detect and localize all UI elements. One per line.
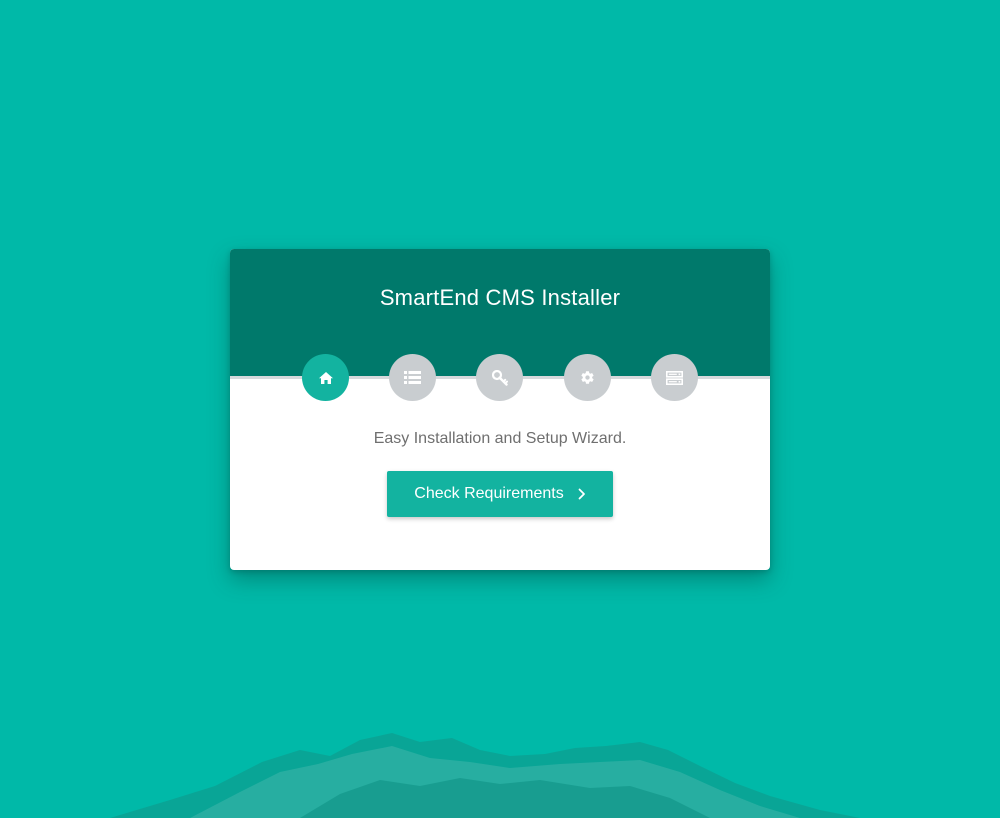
step-permissions[interactable] xyxy=(476,354,523,401)
home-icon xyxy=(318,371,333,384)
installer-card: SmartEnd CMS Installer Easy Installation… xyxy=(230,249,770,570)
installer-title: SmartEnd CMS Installer xyxy=(379,285,621,310)
chevron-right-icon xyxy=(578,488,585,500)
gear-icon xyxy=(581,371,594,384)
server-icon xyxy=(666,370,683,385)
step-requirements[interactable] xyxy=(389,354,436,401)
installer-page: SmartEnd CMS Installer Easy Installation… xyxy=(0,0,1000,818)
check-requirements-label: Check Requirements xyxy=(414,485,564,502)
key-icon xyxy=(491,369,508,386)
mountain-background-image xyxy=(110,733,860,818)
list-icon xyxy=(404,371,421,384)
installer-subtitle: Easy Installation and Setup Wizard. xyxy=(373,430,627,447)
step-settings[interactable] xyxy=(564,354,611,401)
step-finish[interactable] xyxy=(651,354,698,401)
check-requirements-button[interactable]: Check Requirements xyxy=(387,471,613,517)
step-home[interactable] xyxy=(302,354,349,401)
